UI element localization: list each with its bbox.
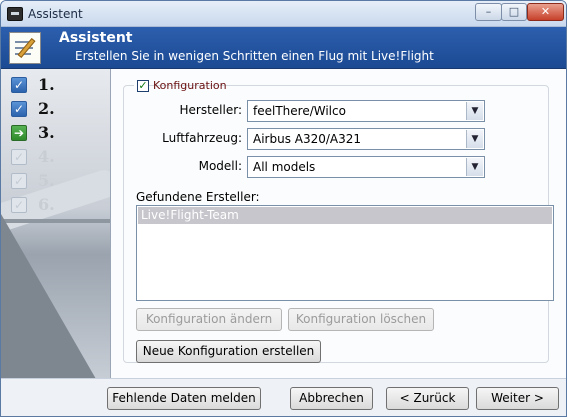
content-panel: ✓ Konfiguration Hersteller: feelThere/Wi… [111,69,566,378]
step-number: 2. [38,99,55,118]
step-number: 3. [38,123,55,142]
step-number: 4. [38,147,55,166]
hersteller-label: Hersteller: [179,103,243,117]
step-3: ➔ 3. [11,123,110,143]
header-subtitle: Erstellen Sie in wenigen Schritten einen… [75,49,434,63]
found-creators-label: Gefundene Ersteller: [136,190,260,204]
step-1: ✓ 1. [11,75,110,95]
header-title: Assistent [59,30,133,46]
step-4: ✓ 4. [11,147,110,167]
close-button[interactable]: ✕ [527,3,564,21]
luftfahrzeug-label: Luftfahrzeug: [162,131,242,145]
modell-value: All models [253,160,316,174]
notepad-pencil-icon [9,32,41,64]
step-number: 1. [38,75,55,94]
wizard-footer: Fehlende Daten melden Abbrechen < Zurück… [1,378,566,416]
back-button[interactable]: < Zurück [386,387,469,410]
wizard-header: Assistent Erstellen Sie in wenigen Schri… [1,27,566,69]
report-missing-data-button[interactable]: Fehlende Daten melden [107,387,261,410]
wizard-window: Assistent – □ ✕ Assistent Erstellen Sie … [0,0,567,417]
title-bar: Assistent – □ ✕ [1,1,566,27]
window-title: Assistent [28,7,83,21]
configuration-checkbox-label: Konfiguration [153,79,227,92]
configuration-legend[interactable]: ✓ Konfiguration [134,78,227,94]
pending-step-icon: ✓ [11,173,27,189]
luftfahrzeug-select[interactable]: Airbus A320/A321 ▼ [247,128,485,150]
hersteller-select[interactable]: feelThere/Wilco ▼ [247,100,485,122]
chevron-down-icon[interactable]: ▼ [466,102,483,120]
app-icon [7,7,23,21]
current-step-arrow-icon: ➔ [11,125,27,141]
hersteller-value: feelThere/Wilco [253,104,346,118]
step-6: ✓ 6. [11,195,110,215]
chevron-down-icon[interactable]: ▼ [466,158,483,176]
change-configuration-button[interactable]: Konfiguration ändern [136,308,282,331]
steps-sidebar: ✓ 1. ✓ 2. ➔ 3. ✓ 4. ✓ 5. ✓ 6. [1,69,111,378]
chevron-down-icon[interactable]: ▼ [466,130,483,148]
new-configuration-button[interactable]: Neue Konfiguration erstellen [136,340,321,363]
checked-step-icon: ✓ [11,77,27,93]
luftfahrzeug-value: Airbus A320/A321 [253,132,362,146]
configuration-checkbox[interactable]: ✓ [137,80,149,92]
found-creators-list[interactable]: Live!Flight-Team [136,205,554,301]
pending-step-icon: ✓ [11,149,27,165]
modell-label: Modell: [198,159,242,173]
step-number: 5. [38,171,55,190]
modell-select[interactable]: All models ▼ [247,156,485,178]
step-2: ✓ 2. [11,99,110,119]
delete-configuration-button[interactable]: Konfiguration löschen [288,308,434,331]
checked-step-icon: ✓ [11,101,27,117]
airplane-wing-image [1,214,96,378]
step-5: ✓ 5. [11,171,110,191]
next-button[interactable]: Weiter > [476,387,559,410]
minimize-button[interactable]: – [475,3,502,21]
configuration-group: ✓ Konfiguration Hersteller: feelThere/Wi… [123,78,554,363]
maximize-button[interactable]: □ [501,3,527,21]
list-item[interactable]: Live!Flight-Team [138,207,552,224]
cancel-button[interactable]: Abbrechen [290,387,373,410]
step-number: 6. [38,195,55,214]
pending-step-icon: ✓ [11,197,27,213]
